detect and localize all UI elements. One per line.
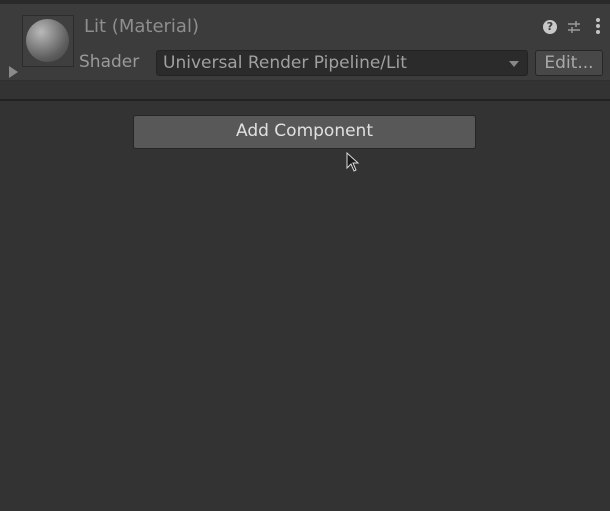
mouse-cursor-icon [346,152,360,172]
shader-label: Shader [79,52,140,72]
shader-dropdown[interactable]: Universal Render Pipeline/Lit [156,50,528,76]
kebab-menu-icon[interactable] [596,18,600,36]
chevron-down-icon [509,61,519,67]
add-component-button[interactable]: Add Component [133,115,476,149]
material-title: Lit (Material) [84,16,199,37]
material-sphere-icon [26,19,69,62]
section-divider [0,99,610,101]
edit-shader-button[interactable]: Edit... [535,50,603,76]
material-preview [22,15,74,67]
presets-icon[interactable] [567,20,581,34]
foldout-arrow-icon[interactable] [9,66,18,78]
shader-dropdown-value: Universal Render Pipeline/Lit [163,53,407,73]
header-divider [0,80,610,81]
material-header: Lit (Material) ? Shader Universal Render… [0,4,610,80]
help-icon[interactable]: ? [543,20,557,34]
